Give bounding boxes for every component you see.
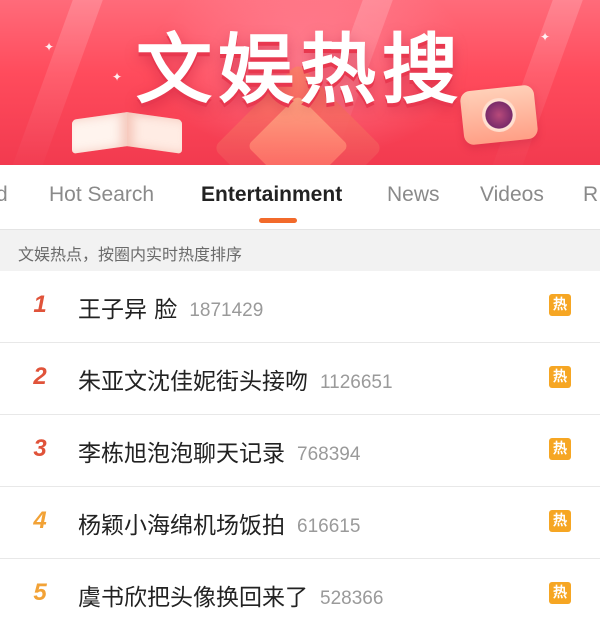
list-subheader: 文娱热点，按圈内实时热度排序 <box>0 229 600 271</box>
list-item[interactable]: 3 李栋旭泡泡聊天记录 768394 热 <box>0 415 600 487</box>
category-tabs: d Hot Search Entertainment News Videos R <box>0 165 600 229</box>
banner-title: 文娱热搜 <box>136 25 464 114</box>
list-item-title: 虞书欣把头像换回来了 528366 <box>78 578 383 612</box>
tab-videos[interactable]: Videos <box>480 183 544 207</box>
heat-count: 768394 <box>297 444 361 465</box>
hot-badge: 热 <box>549 438 571 460</box>
header-banner: ✦ ✦ ✦ 文娱热搜 <box>0 0 600 165</box>
subheader-text: 文娱热点，按圈内实时热度排序 <box>18 245 243 264</box>
list-item-title: 李栋旭泡泡聊天记录 768394 <box>78 434 360 468</box>
heat-count: 1871429 <box>189 300 264 321</box>
hot-badge: 热 <box>549 294 571 316</box>
hot-badge: 热 <box>549 510 571 532</box>
tab-hot-search[interactable]: Hot Search <box>49 183 154 207</box>
list-item[interactable]: 1 王子异 脸 1871429 热 <box>0 271 600 343</box>
list-item-title: 朱亚文沈佳妮街头接吻 1126651 <box>78 362 393 396</box>
hot-search-list: 1 王子异 脸 1871429 热 2 朱亚文沈佳妮街头接吻 1126651 热 3… <box>0 271 600 619</box>
heat-count: 528366 <box>320 588 384 609</box>
active-tab-indicator <box>259 218 297 223</box>
rank-number: 2 <box>33 363 47 390</box>
rank-number: 4 <box>33 507 47 534</box>
list-item[interactable]: 2 朱亚文沈佳妮街头接吻 1126651 热 <box>0 343 600 415</box>
list-item-title-text: 李栋旭泡泡聊天记录 <box>78 441 285 467</box>
hot-badge: 热 <box>549 582 571 604</box>
rank-number: 5 <box>33 579 47 606</box>
list-item-title: 王子异 脸 1871429 <box>78 290 263 324</box>
list-item[interactable]: 4 杨颖小海绵机场饭拍 616615 热 <box>0 487 600 559</box>
list-item-title-text: 虞书欣把头像换回来了 <box>78 585 308 611</box>
rank-number: 1 <box>33 291 47 318</box>
heat-count: 616615 <box>297 516 361 537</box>
tab-partial-right[interactable]: R <box>583 183 598 207</box>
list-item-title-text: 朱亚文沈佳妮街头接吻 <box>78 369 308 395</box>
hot-badge: 热 <box>549 366 571 388</box>
tab-partial-left[interactable]: d <box>0 183 8 207</box>
rank-number: 3 <box>33 435 47 462</box>
list-item-title: 杨颖小海绵机场饭拍 616615 <box>78 506 360 540</box>
list-item-title-text: 王子异 脸 <box>78 297 178 323</box>
list-item[interactable]: 5 虞书欣把头像换回来了 528366 热 <box>0 559 600 619</box>
tab-entertainment[interactable]: Entertainment <box>201 183 342 207</box>
list-item-title-text: 杨颖小海绵机场饭拍 <box>78 513 285 539</box>
tab-news[interactable]: News <box>387 183 440 207</box>
heat-count: 1126651 <box>320 372 393 393</box>
